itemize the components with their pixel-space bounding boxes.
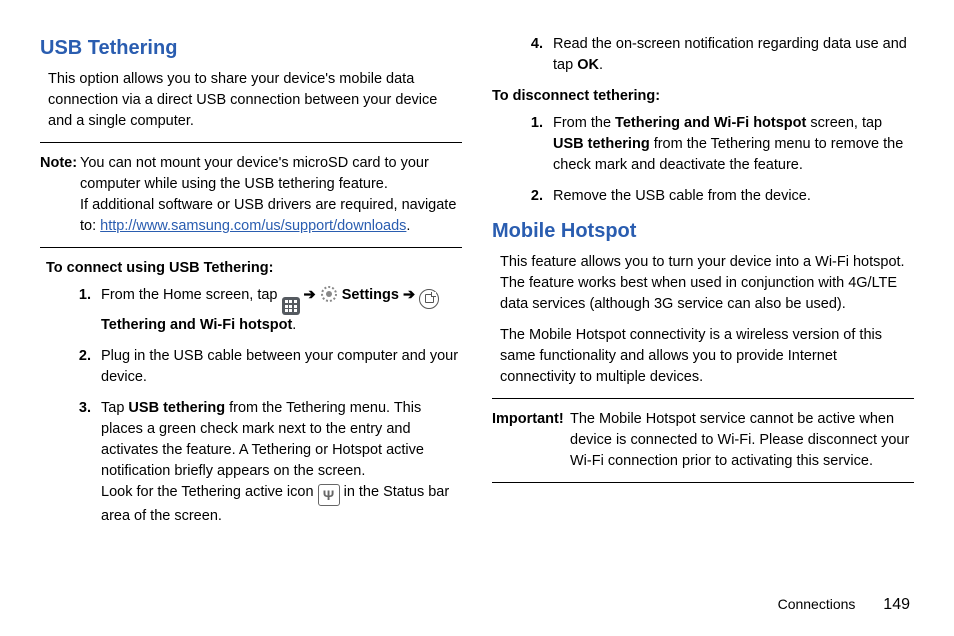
important-body: The Mobile Hotspot service cannot be act… xyxy=(570,409,914,472)
step1-tethering: Tethering and Wi-Fi hotspot xyxy=(101,317,292,333)
usb-active-icon: Ψ xyxy=(318,484,340,506)
note-line1: You can not mount your device's microSD … xyxy=(80,155,429,192)
step4-c: . xyxy=(599,57,603,73)
dstep-1: From the Tethering and Wi-Fi hotspot scr… xyxy=(547,113,914,176)
disconnect-steps: From the Tethering and Wi-Fi hotspot scr… xyxy=(492,113,914,207)
step4-a: Read the on-screen notification regardin… xyxy=(553,36,907,73)
rule-bottom-note xyxy=(40,247,462,248)
step3-d: Look for the Tethering active icon xyxy=(101,484,318,500)
download-link[interactable]: http://www.samsung.com/us/support/downlo… xyxy=(100,218,406,234)
apps-grid-icon xyxy=(282,297,300,315)
dstep-2: Remove the USB cable from the device. xyxy=(547,186,914,207)
footer-section: Connections xyxy=(778,596,856,612)
subhead-connect: To connect using USB Tethering: xyxy=(46,258,462,279)
d1-d: USB tethering xyxy=(553,136,650,152)
hotspot-p2: The Mobile Hotspot connectivity is a wir… xyxy=(500,325,914,388)
step-1: From the Home screen, tap ➔ Settings ➔ T… xyxy=(95,285,462,336)
note-line2b: . xyxy=(406,218,410,234)
step1-d: . xyxy=(292,317,296,333)
note-label: Note: xyxy=(40,155,77,171)
d1-a: From the xyxy=(553,115,615,131)
note-body: You can not mount your device's microSD … xyxy=(80,153,462,237)
connect-steps: From the Home screen, tap ➔ Settings ➔ T… xyxy=(40,285,462,527)
step-3: Tap USB tethering from the Tethering men… xyxy=(95,398,462,527)
left-column: USB Tethering This option allows you to … xyxy=(40,30,462,590)
step3-b: USB tethering xyxy=(128,400,225,416)
heading-usb-tethering: USB Tethering xyxy=(40,34,462,63)
step-2: Plug in the USB cable between your compu… xyxy=(95,346,462,388)
step3-a: Tap xyxy=(101,400,128,416)
page-footer: Connections 149 xyxy=(778,596,910,614)
tethering-icon xyxy=(419,289,439,309)
intro-usb: This option allows you to share your dev… xyxy=(48,69,462,132)
page-columns: USB Tethering This option allows you to … xyxy=(0,0,954,600)
important-block: Important! The Mobile Hotspot service ca… xyxy=(492,407,914,474)
connect-steps-cont: Read the on-screen notification regardin… xyxy=(492,34,914,76)
d1-c: screen, tap xyxy=(806,115,882,131)
step1-settings: Settings xyxy=(342,287,403,303)
rule-bottom-important xyxy=(492,482,914,483)
footer-page-number: 149 xyxy=(883,596,910,613)
arrow-icon-1: ➔ xyxy=(304,287,316,303)
arrow-icon-2: ➔ xyxy=(403,287,415,303)
step1-a: From the Home screen, tap xyxy=(101,287,282,303)
settings-gear-icon xyxy=(320,285,338,303)
step-4: Read the on-screen notification regardin… xyxy=(547,34,914,76)
subhead-disconnect: To disconnect tethering: xyxy=(492,86,914,107)
note-block: Note: You can not mount your device's mi… xyxy=(40,151,462,239)
step4-b: OK xyxy=(577,57,599,73)
rule-top-note xyxy=(40,142,462,143)
important-label: Important! xyxy=(492,411,564,427)
rule-top-important xyxy=(492,398,914,399)
d1-b: Tethering and Wi-Fi hotspot xyxy=(615,115,806,131)
right-column: Read the on-screen notification regardin… xyxy=(492,30,914,590)
heading-mobile-hotspot: Mobile Hotspot xyxy=(492,217,914,246)
hotspot-p1: This feature allows you to turn your dev… xyxy=(500,252,914,315)
